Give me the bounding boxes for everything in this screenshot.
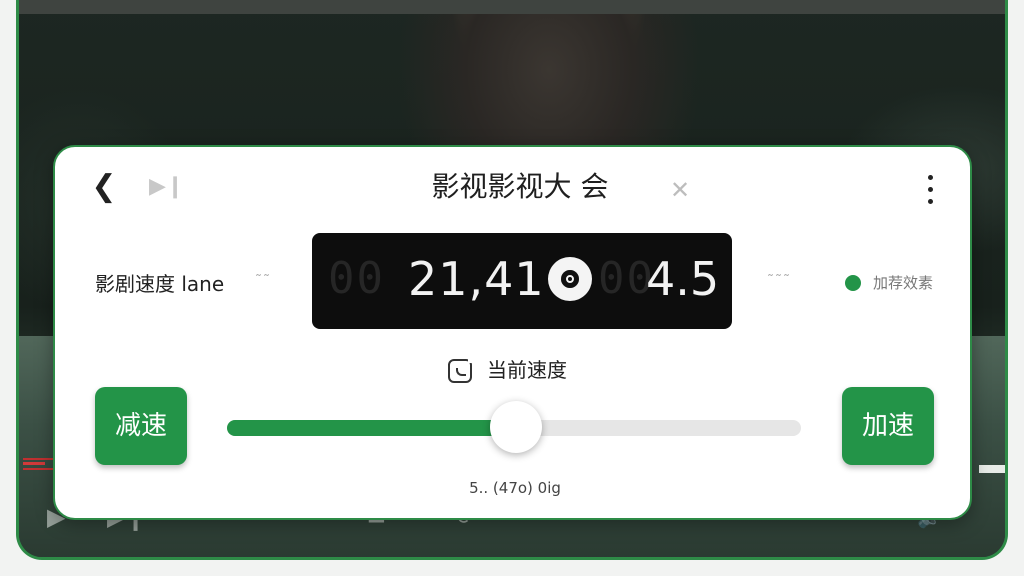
bookmark-marker-icon bbox=[23, 458, 53, 470]
record-icon bbox=[548, 257, 592, 301]
more-options-button[interactable] bbox=[917, 173, 943, 207]
current-speed-label: 当前速度 bbox=[487, 358, 567, 382]
more-vertical-dot bbox=[928, 187, 933, 192]
increase-speed-button[interactable]: 加速 bbox=[842, 387, 934, 465]
video-top-bar bbox=[19, 0, 1005, 14]
speed-label: 影剧速度 lane bbox=[95, 272, 225, 296]
play-next-icon[interactable]: ▶❙ bbox=[149, 173, 184, 201]
more-vertical-icon bbox=[928, 175, 933, 180]
slider-caption: 5.. (47o) 0ig bbox=[469, 479, 561, 497]
decrease-speed-button[interactable]: 减速 bbox=[95, 387, 187, 465]
speed-slider-fill bbox=[227, 420, 522, 436]
close-button[interactable]: ✕ bbox=[665, 175, 695, 205]
ghost-digits-left: 00 bbox=[328, 253, 385, 304]
chevron-left-icon: ❮ bbox=[91, 169, 117, 204]
more-vertical-dot bbox=[928, 199, 933, 204]
dots-right: ˜˜˜ bbox=[767, 273, 791, 289]
speed-secondary-value: 4.5 bbox=[646, 252, 720, 306]
status-dot bbox=[845, 275, 861, 291]
capture-icon bbox=[448, 356, 475, 383]
speed-main-value: 21,41 bbox=[408, 252, 545, 306]
speed-slider-thumb[interactable] bbox=[490, 401, 542, 453]
status-text: 加荐效素 bbox=[873, 274, 934, 292]
close-icon: ✕ bbox=[669, 176, 691, 204]
back-button[interactable]: ❮ bbox=[89, 169, 119, 205]
dialog-title: 影视影视大 会 bbox=[431, 170, 609, 203]
video-progress-segment[interactable] bbox=[979, 465, 1005, 473]
dots-left: ˜˜ bbox=[255, 273, 271, 289]
speed-dialog: ❮ ▶❙ 影视影视大 会 ✕ 影剧速度 lane ˜˜ 00 21,41 00 … bbox=[53, 145, 972, 520]
speed-display: 00 21,41 00 4.5 bbox=[312, 233, 732, 329]
